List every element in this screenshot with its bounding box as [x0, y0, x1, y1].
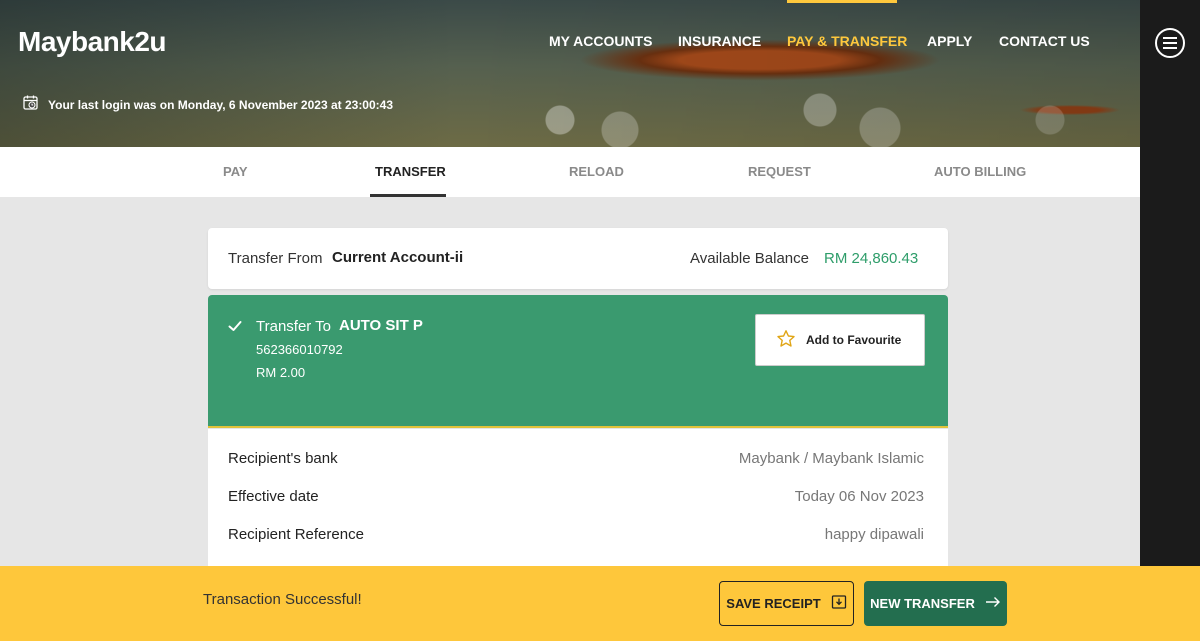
tab-active-indicator: [370, 194, 446, 197]
nav-insurance[interactable]: INSURANCE: [678, 33, 761, 49]
tab-pay[interactable]: PAY: [223, 164, 248, 179]
detail-row: Effective date Today 06 Nov 2023: [228, 488, 924, 508]
side-strip: [1140, 0, 1200, 566]
detail-row: Recipient's bank Maybank / Maybank Islam…: [228, 450, 924, 470]
recipient-name: AUTO SIT P: [339, 317, 423, 334]
available-balance-label: Available Balance: [690, 250, 809, 267]
transfer-details: Recipient's bank Maybank / Maybank Islam…: [208, 429, 948, 566]
nav-my-accounts[interactable]: MY ACCOUNTS: [549, 33, 652, 49]
download-icon: [831, 594, 847, 613]
nav-active-indicator: [787, 0, 897, 3]
nav-apply[interactable]: APPLY: [927, 33, 972, 49]
transfer-amount: RM 2.00: [256, 365, 306, 380]
sub-nav: PAY TRANSFER RELOAD REQUEST AUTO BILLING: [0, 147, 1140, 197]
add-to-favourite-label: Add to Favourite: [806, 333, 902, 347]
last-login-info: Your last login was on Monday, 6 Novembe…: [22, 94, 393, 115]
detail-key: Effective date: [228, 488, 319, 505]
detail-value: Maybank / Maybank Islamic: [738, 450, 924, 467]
transfer-to-label: Transfer To: [256, 318, 332, 335]
arrow-right-icon: [985, 596, 1001, 611]
available-balance-value: RM 24,860.43: [824, 250, 919, 267]
last-login-text: Your last login was on Monday, 6 Novembe…: [48, 97, 393, 112]
tab-transfer[interactable]: TRANSFER: [375, 164, 446, 179]
new-transfer-label: NEW TRANSFER: [870, 596, 975, 611]
detail-key: Recipient Reference: [228, 526, 364, 543]
detail-value: Today 06 Nov 2023: [794, 488, 924, 505]
calendar-clock-icon: [22, 94, 40, 115]
star-icon: [776, 329, 796, 352]
transaction-status: Transaction Successful!: [203, 591, 362, 608]
tab-reload[interactable]: RELOAD: [569, 164, 624, 179]
check-icon: [228, 319, 242, 333]
save-receipt-button[interactable]: SAVE RECEIPT: [719, 581, 854, 626]
transfer-to-card: Transfer To AUTO SIT P 562366010792 RM 2…: [208, 295, 948, 428]
save-receipt-label: SAVE RECEIPT: [726, 596, 821, 611]
detail-value: happy dipawali: [824, 526, 924, 543]
maybank2u-logo[interactable]: Maybank2u: [18, 26, 167, 58]
detail-key: Recipient's bank: [228, 450, 338, 467]
tab-auto-billing[interactable]: AUTO BILLING: [934, 164, 1026, 179]
tab-request[interactable]: REQUEST: [748, 164, 811, 179]
new-transfer-button[interactable]: NEW TRANSFER: [864, 581, 1007, 626]
recipient-account-number: 562366010792: [256, 342, 343, 357]
transfer-from-label: Transfer From: [228, 250, 323, 267]
transfer-from-card: Transfer From Current Account-ii Availab…: [208, 228, 948, 289]
nav-pay-transfer[interactable]: PAY & TRANSFER: [787, 33, 907, 49]
header-banner: Maybank2u MY ACCOUNTS INSURANCE PAY & TR…: [0, 0, 1140, 147]
hamburger-menu-icon[interactable]: [1155, 28, 1185, 58]
detail-row: Recipient Reference happy dipawali: [228, 526, 924, 546]
nav-contact-us[interactable]: CONTACT US: [999, 33, 1090, 49]
add-to-favourite-button[interactable]: Add to Favourite: [755, 314, 925, 366]
result-bar: Transaction Successful! SAVE RECEIPT NEW…: [0, 566, 1200, 641]
transfer-from-account: Current Account-ii: [332, 249, 464, 266]
